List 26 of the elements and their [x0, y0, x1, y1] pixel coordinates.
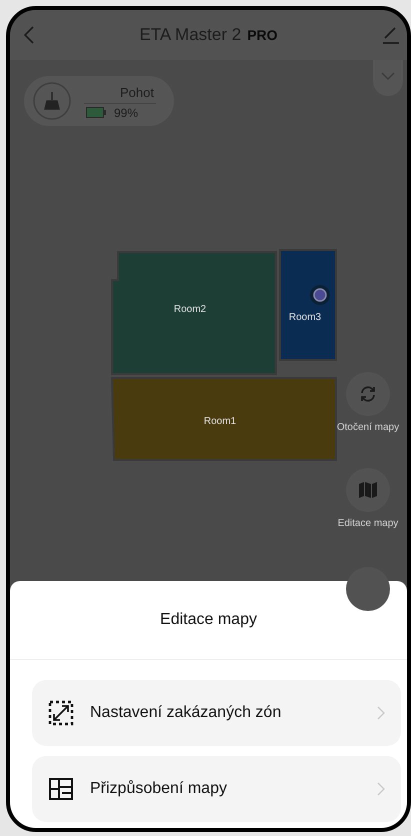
room-label: Room2	[174, 304, 206, 315]
map-tool-button[interactable]	[346, 567, 390, 611]
room-label: Room3	[288, 312, 322, 323]
sheet-title: Editace mapy	[10, 581, 407, 660]
edit-icon[interactable]	[383, 26, 399, 44]
battery-percent: 99%	[114, 106, 138, 120]
room-area[interactable]	[279, 249, 337, 361]
mode-label: Pohot	[120, 85, 154, 100]
dashed-area-icon	[48, 700, 74, 726]
menu-item[interactable]: Nastavení zakázaných zón	[32, 680, 401, 746]
floor-plan-icon	[48, 776, 74, 802]
back-icon[interactable]	[24, 26, 34, 44]
pro-label: PRO	[247, 27, 278, 43]
chevron-down-icon	[381, 72, 395, 80]
battery-icon	[86, 107, 106, 118]
expand-button[interactable]	[373, 60, 403, 96]
menu-item[interactable]: Přizpůsobení mapy	[32, 756, 401, 822]
broom-dial-icon	[32, 81, 72, 121]
tool-label: Otočení mapy	[336, 422, 400, 433]
room-label: Room1	[204, 416, 236, 427]
chevron-right-icon	[377, 706, 385, 720]
robot-marker	[310, 285, 330, 305]
chevron-right-icon	[377, 782, 385, 796]
map-icon	[358, 481, 378, 499]
tool-label: Editace mapy	[338, 518, 398, 529]
rotate-icon	[359, 385, 377, 403]
